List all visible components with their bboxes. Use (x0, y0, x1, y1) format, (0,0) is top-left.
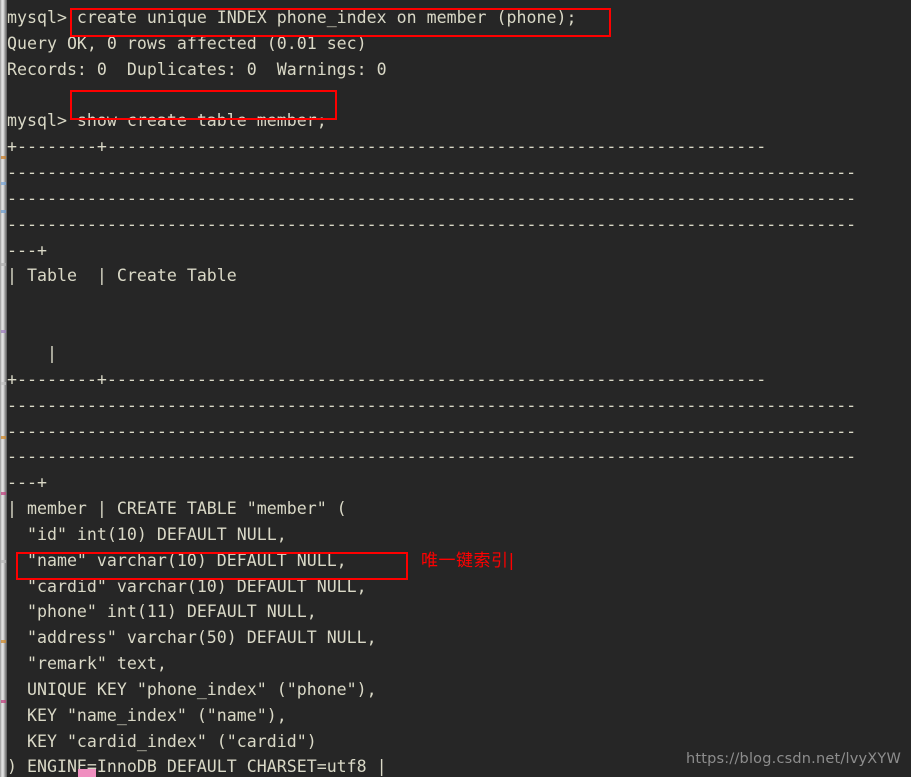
sliver-fleck (1, 640, 6, 643)
sliver-fleck (1, 210, 6, 213)
terminal-screen[interactable]: mysql> create unique INDEX phone_index o… (7, 5, 911, 777)
terminal-line: ----------------------------------------… (7, 163, 857, 183)
mysql-terminal-window[interactable]: mysql> create unique INDEX phone_index o… (7, 0, 911, 777)
unique-key-annotation-label: 唯一键索引| (421, 551, 515, 571)
terminal-line: mysql> show create table member; (7, 111, 327, 131)
sliver-fleck (1, 182, 6, 185)
sliver-fleck (1, 382, 6, 385)
csdn-watermark: https://blog.csdn.net/lvyXYW (685, 751, 901, 767)
terminal-line: "phone" int(11) DEFAULT NULL, (7, 602, 317, 622)
terminal-line: +--------+------------------------------… (7, 137, 767, 157)
sliver-fleck (1, 700, 6, 703)
terminal-line: "id" int(10) DEFAULT NULL, (7, 524, 287, 544)
terminal-line: ----------------------------------------… (7, 214, 857, 234)
terminal-line: Records: 0 Duplicates: 0 Warnings: 0 (7, 59, 387, 79)
terminal-line: +--------+------------------------------… (7, 369, 767, 389)
terminal-line: ----------------------------------------… (7, 447, 857, 467)
sliver-fleck (1, 263, 6, 266)
terminal-line: ----------------------------------------… (7, 421, 857, 441)
terminal-line: "address" varchar(50) DEFAULT NULL, (7, 628, 377, 648)
sliver-fleck (1, 330, 6, 333)
terminal-line: | Table | Create Table (7, 266, 237, 286)
sliver-fleck (1, 156, 6, 159)
terminal-line: KEY "name_index" ("name"), (7, 705, 287, 725)
terminal-line: | (7, 343, 57, 363)
terminal-cursor (78, 769, 96, 777)
terminal-line: ---+ (7, 473, 47, 493)
terminal-line: ----------------------------------------… (7, 188, 857, 208)
sliver-fleck (1, 492, 6, 495)
sliver-fleck (1, 560, 6, 563)
background-window-sliver (0, 0, 7, 777)
terminal-line: ---+ (7, 240, 47, 260)
terminal-line: ----------------------------------------… (7, 395, 857, 415)
terminal-line: Query OK, 0 rows affected (0.01 sec) (7, 33, 367, 53)
terminal-line: "remark" text, (7, 654, 167, 674)
terminal-line: UNIQUE KEY "phone_index" ("phone"), (7, 679, 377, 699)
terminal-line: "cardid" varchar(10) DEFAULT NULL, (7, 576, 367, 596)
sliver-fleck (1, 436, 6, 439)
terminal-line: mysql> create unique INDEX phone_index o… (7, 8, 577, 27)
terminal-line: | member | CREATE TABLE "member" ( (7, 499, 347, 519)
